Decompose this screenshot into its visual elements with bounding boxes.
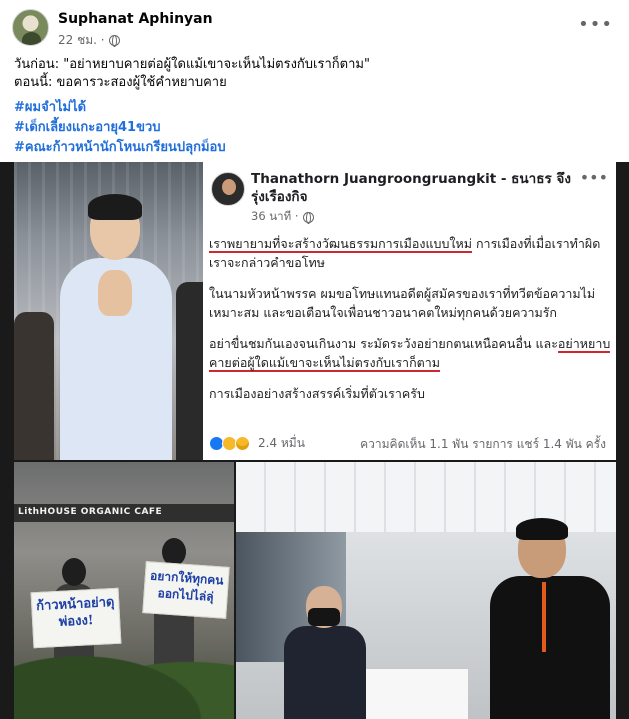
man-with-lanyard-figure — [490, 518, 610, 719]
wow-reaction-icon — [235, 436, 250, 451]
photo-office-encounter — [236, 462, 616, 719]
embedded-paragraph-2: ในนามหัวหน้าพรรค ผมขอโทษแทนอดีตผู้สมัครข… — [209, 286, 596, 320]
store-sign: LithHOUSE ORGANIC CAFE — [14, 504, 234, 522]
masked-man-figure — [284, 586, 366, 719]
person-figure — [60, 194, 172, 460]
embedded-post-time: 36 นาที · — [251, 208, 314, 226]
embedded-more-icon: ••• — [579, 168, 608, 187]
hashtag-link[interactable]: #คณะก้าวหน้านักโหนเกรียนปลุกม็อบ — [14, 138, 226, 158]
embedded-paragraph-4: การเมืองอย่างสร้างสรรค์เริ่มที่ตัวเราครั… — [209, 386, 425, 401]
protest-placard: ก้าวหน้าอย่าดุพ่องง! — [30, 587, 122, 649]
embedded-post-body: เราพยายามที่จะสร้างวัฒนธรรมการเมืองแบบให… — [209, 234, 611, 415]
author-name[interactable]: Suphanat Aphinyan — [58, 11, 213, 27]
post-header: Suphanat Aphinyan 22 ชม. · ••• — [0, 0, 629, 52]
post-time[interactable]: 22 ชม. · — [58, 31, 105, 50]
post-meta: 22 ชม. · — [58, 31, 120, 50]
hashtag-list: #ผมจำไม่ได้ #เด็กเลี้ยงแกะอายุ41ขวบ #คณะ… — [14, 98, 226, 158]
embedded-avatar — [211, 172, 245, 206]
embedded-stats: ความคิดเห็น 1.1 พัน รายการ แชร์ 1.4 พัน … — [360, 437, 606, 451]
post-text-line-1: วันก่อน: "อย่าหยาบคายต่อผู้ใดแม้เขาจะเห็… — [14, 57, 370, 72]
photo-man-praying — [14, 162, 204, 460]
post-media-collage[interactable]: Thanathorn Juangroongruangkit - ธนาธร จึ… — [0, 162, 629, 719]
post-text-line-2: ตอนนี้: ขอคารวะสองผู้ใช้คำหยาบคาย — [14, 75, 227, 90]
hashtag-link[interactable]: #ผมจำไม่ได้ — [14, 98, 226, 118]
globe-icon — [302, 211, 314, 224]
embedded-post-screenshot: Thanathorn Juangroongruangkit - ธนาธร จึ… — [203, 162, 616, 460]
photo-protesters: LithHOUSE ORGANIC CAFE ก้าวหน้าอย่าดุพ่อ… — [14, 462, 234, 719]
reaction-count: 2.4 หมื่น — [258, 436, 305, 450]
hashtag-link[interactable]: #เด็กเลี้ยงแกะอายุ41ขวบ — [14, 118, 226, 138]
embedded-paragraph-1: เราพยายามที่จะสร้างวัฒนธรรมการเมืองแบบให… — [209, 236, 601, 270]
post-text: วันก่อน: "อย่าหยาบคายต่อผู้ใดแม้เขาจะเห็… — [14, 56, 370, 92]
more-options-icon[interactable]: ••• — [578, 14, 613, 35]
globe-icon — [108, 35, 120, 47]
embedded-reactions: 2.4 หมื่น — [209, 434, 305, 453]
embedded-paragraph-3: อย่าขื่นชมกันเองจนเกินงาม ระมัดระวังอย่า… — [209, 336, 611, 372]
protest-placard: อยากให้ทุกคนออกไปไล่ลุ่ — [142, 561, 230, 619]
embedded-author-name: Thanathorn Juangroongruangkit - ธนาธร จึ… — [251, 171, 571, 205]
avatar[interactable] — [12, 9, 49, 46]
